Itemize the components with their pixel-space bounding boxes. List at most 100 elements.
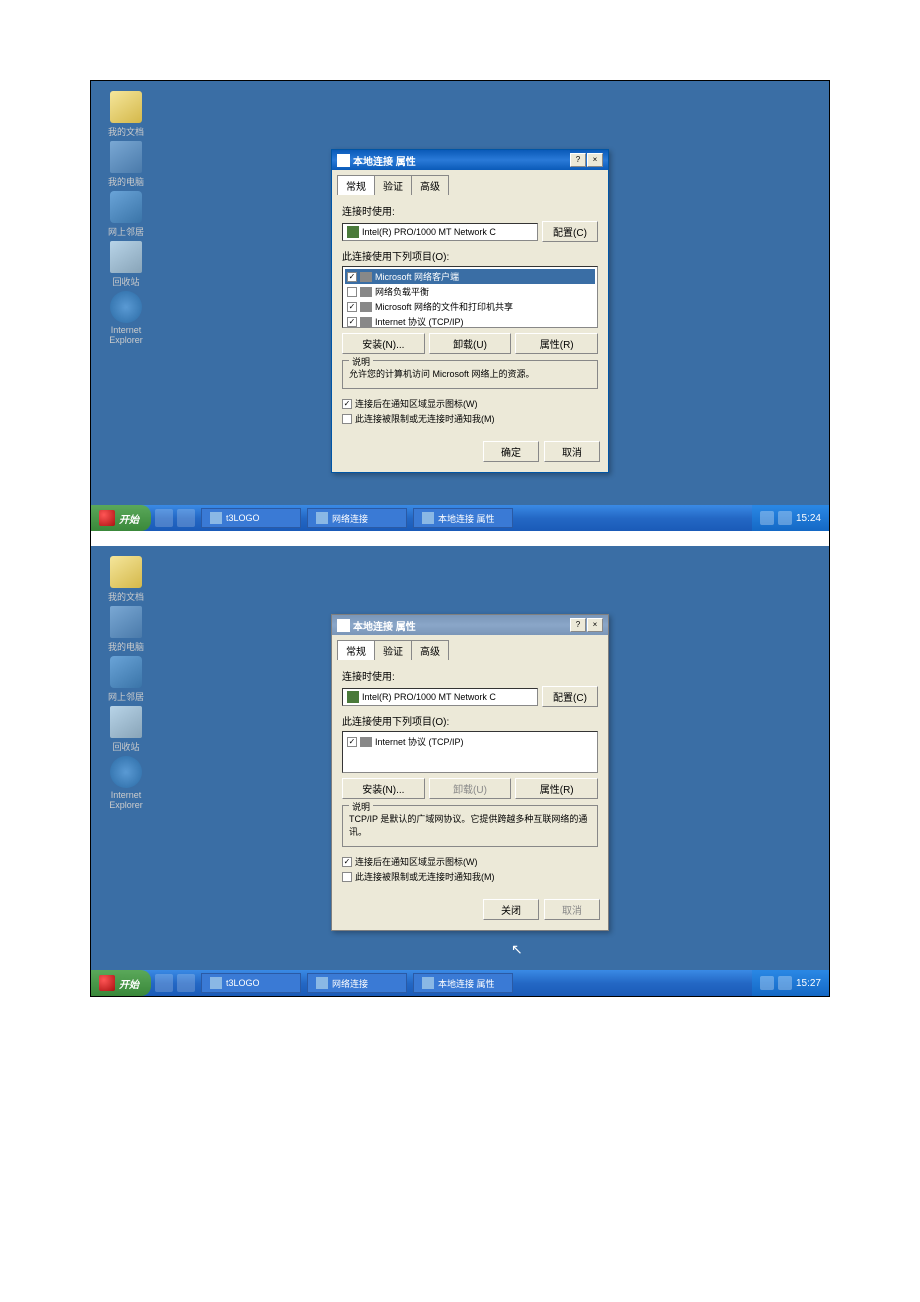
checkbox[interactable] bbox=[347, 302, 357, 312]
titlebar[interactable]: 本地连接 属性 ? × bbox=[332, 615, 608, 635]
tab-general[interactable]: 常规 bbox=[337, 175, 375, 195]
close-button[interactable]: × bbox=[587, 618, 603, 632]
show-icon-checkbox[interactable] bbox=[342, 399, 352, 409]
checkbox[interactable] bbox=[347, 272, 357, 282]
network-icon bbox=[110, 656, 142, 688]
taskbar-item-network[interactable]: 网络连接 bbox=[307, 508, 407, 528]
close-dialog-button[interactable]: 关闭 bbox=[483, 899, 539, 920]
items-listbox[interactable]: Microsoft 网络客户端 网络负载平衡 Microsoft 网络的文件和打… bbox=[342, 266, 598, 328]
items-label: 此连接使用下列项目(O): bbox=[342, 248, 598, 263]
description-text: TCP/IP 是默认的广域网协议。它提供跨越多种互联网络的通讯。 bbox=[349, 814, 587, 837]
uninstall-button: 卸载(U) bbox=[429, 778, 512, 799]
quicklaunch-button[interactable] bbox=[155, 974, 173, 992]
clock: 15:27 bbox=[796, 978, 821, 989]
quicklaunch-button[interactable] bbox=[177, 974, 195, 992]
network-icon bbox=[316, 977, 328, 989]
lan-properties-dialog: 本地连接 属性 ? × 常规 验证 高级 连接时使用: Intel(R) PRO… bbox=[331, 614, 609, 931]
install-button[interactable]: 安装(N)... bbox=[342, 778, 425, 799]
description-group: 说明 TCP/IP 是默认的广域网协议。它提供跨越多种互联网络的通讯。 bbox=[342, 805, 598, 847]
titlebar[interactable]: 本地连接 属性 ? × bbox=[332, 150, 608, 170]
description-text: 允许您的计算机访问 Microsoft 网络上的资源。 bbox=[349, 369, 535, 379]
tray-icon[interactable] bbox=[760, 976, 774, 990]
desktop-icon-network[interactable]: 网上邻居 bbox=[101, 191, 151, 238]
dialog-title: 本地连接 属性 bbox=[353, 618, 570, 633]
configure-button[interactable]: 配置(C) bbox=[542, 221, 598, 242]
desktop-icon-recycle[interactable]: 回收站 bbox=[101, 706, 151, 753]
desktop-icon-recycle[interactable]: 回收站 bbox=[101, 241, 151, 288]
dialog-icon bbox=[422, 512, 434, 524]
tray-icon[interactable] bbox=[760, 511, 774, 525]
taskbar-item-folder[interactable]: t3LOGO bbox=[201, 973, 301, 993]
install-button[interactable]: 安装(N)... bbox=[342, 333, 425, 354]
properties-button[interactable]: 属性(R) bbox=[515, 333, 598, 354]
nic-icon bbox=[347, 691, 359, 703]
show-icon-label: 连接后在通知区域显示图标(W) bbox=[355, 855, 478, 868]
cancel-button: 取消 bbox=[544, 899, 600, 920]
quicklaunch-button[interactable] bbox=[155, 509, 173, 527]
show-icon-checkbox[interactable] bbox=[342, 857, 352, 867]
start-button[interactable]: 开始 bbox=[91, 505, 151, 531]
taskbar-item-network[interactable]: 网络连接 bbox=[307, 973, 407, 993]
properties-button[interactable]: 属性(R) bbox=[515, 778, 598, 799]
items-listbox[interactable]: Internet 协议 (TCP/IP) bbox=[342, 731, 598, 773]
items-label: 此连接使用下列项目(O): bbox=[342, 713, 598, 728]
uninstall-button[interactable]: 卸载(U) bbox=[429, 333, 512, 354]
tab-auth[interactable]: 验证 bbox=[374, 640, 412, 660]
desktop-icon-mydocs[interactable]: 我的文档 bbox=[101, 556, 151, 603]
desktop-icon-network[interactable]: 网上邻居 bbox=[101, 656, 151, 703]
recycle-icon bbox=[110, 241, 142, 273]
configure-button[interactable]: 配置(C) bbox=[542, 686, 598, 707]
folder-icon bbox=[110, 556, 142, 588]
client-icon bbox=[360, 272, 372, 282]
system-tray[interactable]: 15:27 bbox=[752, 970, 829, 996]
help-button[interactable]: ? bbox=[570, 153, 586, 167]
list-item[interactable]: Internet 协议 (TCP/IP) bbox=[345, 314, 595, 328]
ie-icon bbox=[110, 291, 142, 323]
ok-button[interactable]: 确定 bbox=[483, 441, 539, 462]
folder-icon bbox=[110, 91, 142, 123]
screenshot-2: 我的文档 我的电脑 网上邻居 回收站 Internet Explorer 本地连… bbox=[91, 546, 829, 996]
device-name-field: Intel(R) PRO/1000 MT Network C bbox=[342, 223, 538, 241]
desktop-icon-mycomputer[interactable]: 我的电脑 bbox=[101, 606, 151, 653]
tray-icon[interactable] bbox=[778, 976, 792, 990]
tray-icon[interactable] bbox=[778, 511, 792, 525]
list-item[interactable]: 网络负载平衡 bbox=[345, 284, 595, 299]
checkbox[interactable] bbox=[347, 317, 357, 327]
ie-icon bbox=[110, 756, 142, 788]
list-item[interactable]: Internet 协议 (TCP/IP) bbox=[345, 734, 595, 749]
description-group: 说明 允许您的计算机访问 Microsoft 网络上的资源。 bbox=[342, 360, 598, 389]
desktop-icon-mycomputer[interactable]: 我的电脑 bbox=[101, 141, 151, 188]
system-tray[interactable]: 15:24 bbox=[752, 505, 829, 531]
desktop-icon-mydocs[interactable]: 我的文档 bbox=[101, 91, 151, 138]
tab-advanced[interactable]: 高级 bbox=[411, 640, 449, 660]
device-name-field: Intel(R) PRO/1000 MT Network C bbox=[342, 688, 538, 706]
cancel-button[interactable]: 取消 bbox=[544, 441, 600, 462]
start-button[interactable]: 开始 bbox=[91, 970, 151, 996]
dialog-icon bbox=[422, 977, 434, 989]
help-button[interactable]: ? bbox=[570, 618, 586, 632]
taskbar-item-folder[interactable]: t3LOGO bbox=[201, 508, 301, 528]
desktop-icon-ie[interactable]: Internet Explorer bbox=[101, 291, 151, 345]
close-button[interactable]: × bbox=[587, 153, 603, 167]
show-icon-label: 连接后在通知区域显示图标(W) bbox=[355, 397, 478, 410]
list-item[interactable]: Microsoft 网络客户端 bbox=[345, 269, 595, 284]
notify-label: 此连接被限制或无连接时通知我(M) bbox=[355, 412, 495, 425]
desktop-icon-ie[interactable]: Internet Explorer bbox=[101, 756, 151, 810]
dialog-icon bbox=[337, 154, 350, 167]
quicklaunch-button[interactable] bbox=[177, 509, 195, 527]
computer-icon bbox=[110, 141, 142, 173]
network-icon bbox=[316, 512, 328, 524]
dialog-title: 本地连接 属性 bbox=[353, 153, 570, 168]
taskbar-item-properties[interactable]: 本地连接 属性 bbox=[413, 508, 513, 528]
tab-auth[interactable]: 验证 bbox=[374, 175, 412, 195]
clock: 15:24 bbox=[796, 513, 821, 524]
network-icon bbox=[110, 191, 142, 223]
taskbar-item-properties[interactable]: 本地连接 属性 bbox=[413, 973, 513, 993]
tab-advanced[interactable]: 高级 bbox=[411, 175, 449, 195]
list-item[interactable]: Microsoft 网络的文件和打印机共享 bbox=[345, 299, 595, 314]
checkbox[interactable] bbox=[347, 737, 357, 747]
notify-checkbox[interactable] bbox=[342, 414, 352, 424]
notify-checkbox[interactable] bbox=[342, 872, 352, 882]
checkbox[interactable] bbox=[347, 287, 357, 297]
tab-general[interactable]: 常规 bbox=[337, 640, 375, 660]
